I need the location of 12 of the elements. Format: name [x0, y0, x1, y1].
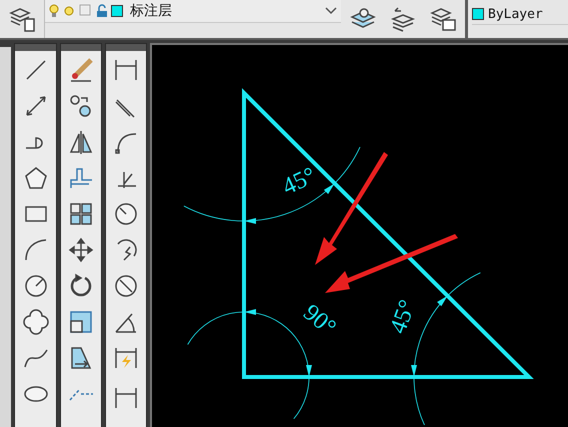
- layer-name: 标注层: [130, 2, 173, 20]
- angle-label: 45°: [278, 162, 320, 200]
- padlock-icon[interactable]: [96, 4, 108, 18]
- palette-grip[interactable]: [15, 44, 56, 51]
- palette-grip[interactable]: [60, 44, 101, 51]
- palette-grip[interactable]: [106, 44, 146, 51]
- layer-swatch: [111, 5, 123, 17]
- angle-label: 90°: [298, 300, 341, 342]
- lightbulb-icon[interactable]: [49, 4, 59, 18]
- sun-icon[interactable]: [62, 4, 76, 18]
- caret-icon[interactable]: [325, 7, 337, 15]
- angle-label: 45°: [385, 296, 422, 338]
